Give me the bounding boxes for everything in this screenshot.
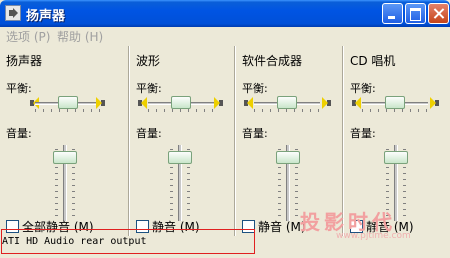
channel-title: 软件合成器 <box>242 54 303 68</box>
speaker-right-icon <box>430 97 439 109</box>
volume-thumb[interactable] <box>168 151 192 164</box>
menu-bar: 选项 (P) 帮助 (H) <box>0 27 450 45</box>
menu-help[interactable]: 帮助 (H) <box>57 28 103 45</box>
close-button[interactable] <box>428 3 449 24</box>
watermark: 投影时代 www.pjtime.com <box>300 206 411 241</box>
window-title: 扬声器 <box>26 9 66 24</box>
speaker-left-icon <box>352 97 361 109</box>
balance-slider[interactable] <box>35 96 101 112</box>
speaker-right-icon <box>214 97 223 109</box>
balance-slider[interactable] <box>254 96 320 112</box>
volume-slider[interactable] <box>45 145 85 221</box>
device-status-text: ATI HD Audio rear output <box>2 236 147 247</box>
minimize-button[interactable] <box>382 3 403 24</box>
speaker-left-icon <box>138 97 147 109</box>
balance-label: 平衡: <box>350 82 376 95</box>
channel-title: 波形 <box>136 54 161 68</box>
balance-slider[interactable] <box>148 96 214 112</box>
channel-title: CD 唱机 <box>350 54 396 68</box>
balance-label: 平衡: <box>6 82 32 95</box>
volume-label: 音量: <box>350 127 376 140</box>
speaker-right-icon <box>96 97 105 109</box>
balance-thumb[interactable] <box>171 96 191 109</box>
volume-slider[interactable] <box>160 145 200 221</box>
channel-synth: 软件合成器 平衡: 音量: 静音 (M) <box>236 46 344 234</box>
speaker-left-icon <box>244 97 253 109</box>
channel-title: 扬声器 <box>6 54 43 68</box>
balance-label: 平衡: <box>242 82 268 95</box>
balance-thumb[interactable] <box>385 96 405 109</box>
speaker-app-icon[interactable] <box>5 5 21 21</box>
volume-thumb[interactable] <box>53 151 77 164</box>
maximize-button[interactable] <box>405 3 426 24</box>
watermark-url: www.pjtime.com <box>336 231 411 241</box>
mute-label: 静音 (M) <box>258 220 306 234</box>
volume-label: 音量: <box>242 127 268 140</box>
balance-thumb[interactable] <box>277 96 297 109</box>
volume-label: 音量: <box>136 127 162 140</box>
volume-thumb[interactable] <box>276 151 300 164</box>
volume-thumb[interactable] <box>384 151 408 164</box>
balance-thumb[interactable] <box>58 96 78 109</box>
speaker-right-icon <box>322 97 331 109</box>
channel-cd: CD 唱机 平衡: 音量: 静音 (M) <box>344 46 450 234</box>
channel-wave: 波形 平衡: 音量: 静音 (M) <box>130 46 236 234</box>
channel-speaker: 扬声器 平衡: 音量: 全部静音 (M) <box>0 46 130 234</box>
mixer-window: 扬声器 选项 (P) 帮助 (H) 扬声器 平衡: 音量: 全部静音 (M) 波… <box>0 0 450 258</box>
menu-options[interactable]: 选项 (P) <box>6 28 50 45</box>
balance-label: 平衡: <box>136 82 162 95</box>
balance-slider[interactable] <box>362 96 428 112</box>
title-bar[interactable]: 扬声器 <box>0 0 450 27</box>
volume-label: 音量: <box>6 127 32 140</box>
